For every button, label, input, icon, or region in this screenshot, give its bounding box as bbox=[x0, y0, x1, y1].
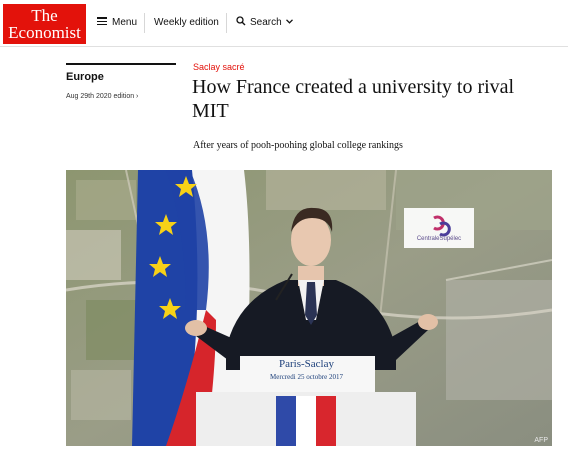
podium-sign-date: Mercredi 25 octobre 2017 bbox=[270, 373, 343, 381]
nav-divider bbox=[226, 13, 227, 33]
section-name[interactable]: Europe bbox=[66, 71, 104, 83]
school-sign-label: CentraleSupélec bbox=[416, 236, 462, 242]
logo-line-1: The bbox=[31, 6, 58, 25]
article-standfirst: After years of pooh-poohing global colle… bbox=[193, 140, 403, 151]
logo-line-2: Economist bbox=[8, 23, 81, 42]
photo-credit: AFP bbox=[534, 437, 548, 444]
nav-divider bbox=[144, 13, 145, 33]
search-button[interactable]: Search bbox=[236, 14, 297, 32]
hamburger-icon bbox=[97, 17, 107, 26]
economist-logo[interactable]: The Economist bbox=[3, 4, 86, 44]
menu-button[interactable]: Menu bbox=[97, 14, 137, 32]
article-headline: How France created a university to rival… bbox=[192, 76, 515, 122]
site-header: The Economist Menu Weekly edition Search bbox=[0, 0, 568, 47]
chevron-down-icon bbox=[285, 14, 297, 32]
article-kicker: Saclay sacré bbox=[193, 62, 245, 72]
menu-label: Menu bbox=[112, 17, 138, 28]
podium-sign-title: Paris-Saclay bbox=[279, 358, 334, 370]
article-photo: AFP bbox=[66, 170, 552, 446]
section-rule bbox=[66, 63, 176, 65]
photo-illustration bbox=[66, 170, 552, 446]
edition-date-link[interactable]: Aug 29th 2020 edition › bbox=[66, 93, 138, 100]
search-icon bbox=[236, 16, 246, 26]
weekly-edition-link[interactable]: Weekly edition bbox=[154, 14, 219, 32]
search-label: Search bbox=[250, 17, 282, 28]
